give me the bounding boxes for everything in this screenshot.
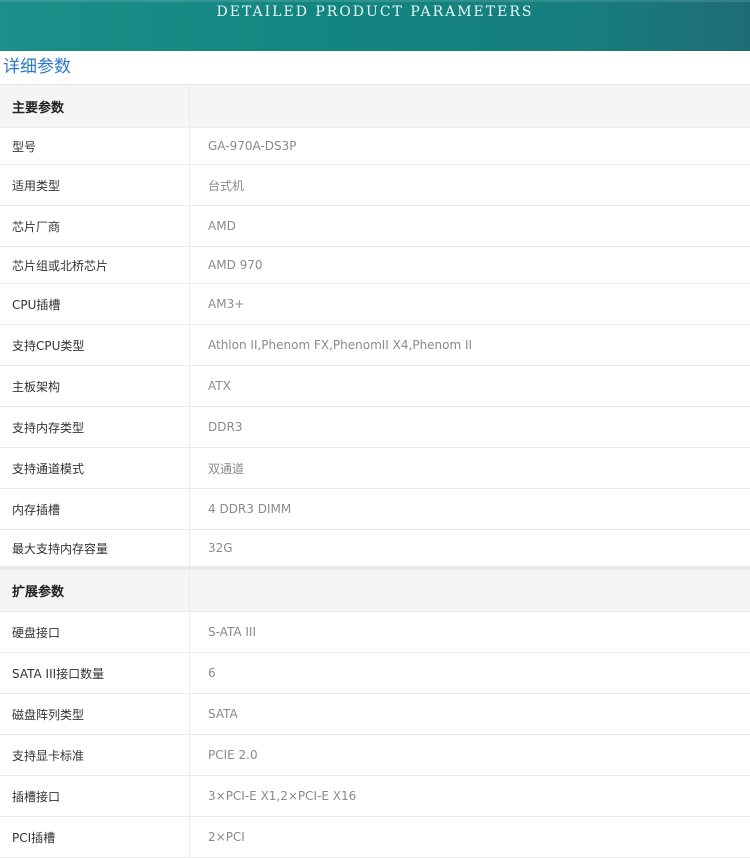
table-row: CPU插槽 AM3+ [0, 284, 750, 325]
spec-value: SATA [208, 707, 238, 721]
spec-value: 2×PCI [208, 830, 245, 844]
table-row: SATA III接口数量 6 [0, 653, 750, 694]
spec-label: 硬盘接口 [0, 612, 190, 652]
spec-label: PCI插槽 [0, 817, 190, 857]
spec-label: 主板架构 [0, 366, 190, 406]
spec-value: S-ATA III [208, 625, 256, 639]
spec-label: 内存插槽 [0, 489, 190, 529]
table-row: 芯片厂商 AMD [0, 206, 750, 247]
spec-value: 6 [208, 666, 216, 680]
spec-value: Athlon II,Phenom FX,PhenomII X4,Phenom I… [208, 338, 473, 352]
banner-stripe [0, 0, 750, 2]
spec-value: PCIE 2.0 [208, 748, 258, 762]
spec-value: 4 DDR3 DIMM [208, 502, 292, 516]
table-row: 支持CPU类型 Athlon II,Phenom FX,PhenomII X4,… [0, 325, 750, 366]
spec-value: DDR3 [208, 420, 243, 434]
spec-label: 型号 [0, 128, 190, 164]
spec-value: 3×PCI-E X1,2×PCI-E X16 [208, 789, 357, 803]
table-row: 芯片组或北桥芯片 AMD 970 [0, 247, 750, 284]
table-row: 型号 GA-970A-DS3P [0, 128, 750, 165]
group-title: 主要参数 [0, 85, 190, 127]
table-row: 支持通道模式 双通道 [0, 448, 750, 489]
spec-label: SATA III接口数量 [0, 653, 190, 693]
table-row: 支持内存类型 DDR3 [0, 407, 750, 448]
group-title-spacer [190, 85, 750, 127]
spec-value: 32G [208, 541, 233, 555]
group-header-expansion: 扩展参数 [0, 567, 750, 612]
table-row: 最大支持内存容量 32G [0, 530, 750, 567]
spec-label: 芯片组或北桥芯片 [0, 247, 190, 283]
table-row: 磁盘阵列类型 SATA [0, 694, 750, 735]
banner-title: DETAILED PRODUCT PARAMETERS [216, 4, 534, 20]
table-row: 主板架构 ATX [0, 366, 750, 407]
spec-label: 芯片厂商 [0, 206, 190, 246]
table-row: 硬盘接口 S-ATA III [0, 612, 750, 653]
spec-label: 支持CPU类型 [0, 325, 190, 365]
table-row: 内存插槽 4 DDR3 DIMM [0, 489, 750, 530]
spec-label: 磁盘阵列类型 [0, 694, 190, 734]
group-title-spacer [190, 570, 750, 611]
spec-value: 双通道 [208, 461, 245, 476]
group-title: 扩展参数 [0, 570, 190, 611]
spec-value: ATX [208, 379, 231, 393]
spec-value: AM3+ [208, 297, 245, 311]
spec-value: 台式机 [208, 178, 245, 193]
spec-table: 主要参数 型号 GA-970A-DS3P 适用类型 台式机 芯片厂商 AMD 芯… [0, 84, 750, 858]
spec-label: 插槽接口 [0, 776, 190, 816]
table-row: 适用类型 台式机 [0, 165, 750, 206]
section-heading: 详细参数 [3, 57, 71, 77]
table-row: PCI插槽 2×PCI [0, 817, 750, 858]
header-banner: DETAILED PRODUCT PARAMETERS [0, 0, 750, 51]
spec-label: 支持显卡标准 [0, 735, 190, 775]
spec-value: GA-970A-DS3P [208, 139, 297, 153]
spec-label: 支持通道模式 [0, 448, 190, 488]
table-row: 支持显卡标准 PCIE 2.0 [0, 735, 750, 776]
group-header-main: 主要参数 [0, 85, 750, 128]
spec-label: 适用类型 [0, 165, 190, 205]
spec-label: CPU插槽 [0, 284, 190, 324]
spec-label: 支持内存类型 [0, 407, 190, 447]
spec-value: AMD 970 [208, 258, 263, 272]
table-row: 插槽接口 3×PCI-E X1,2×PCI-E X16 [0, 776, 750, 817]
spec-label: 最大支持内存容量 [0, 530, 190, 566]
spec-value: AMD [208, 219, 236, 233]
